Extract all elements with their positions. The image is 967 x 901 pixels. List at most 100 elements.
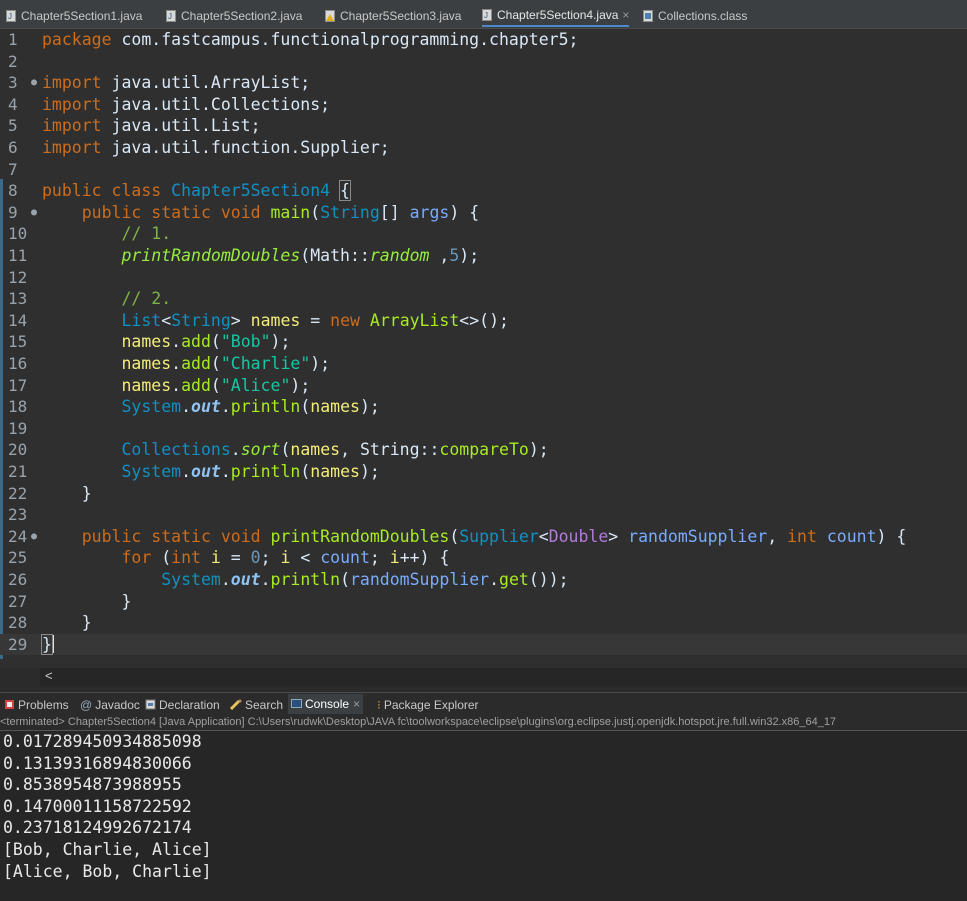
method-call: println (230, 462, 301, 481)
type: Collections (121, 440, 231, 460)
code-line: 11 printRandomDoubles(Math::random ,5); (8, 246, 480, 265)
method-ref: random (369, 246, 430, 265)
current-line: 29} (0, 633, 967, 656)
variable: names (121, 375, 172, 395)
line-number: 5 (8, 116, 18, 136)
search-icon (229, 699, 242, 711)
fold-icon[interactable]: ● (31, 202, 37, 224)
tab-label: Chapter5Section2.java (181, 9, 303, 23)
method-call: println (270, 570, 341, 589)
line-number: 8 (8, 181, 18, 201)
brace: } (81, 613, 92, 633)
comment: // 1. (121, 224, 172, 244)
tab-chapter5section1[interactable]: J Chapter5Section1.java (6, 6, 142, 26)
keyword: public static void (81, 526, 261, 546)
line-number: 14 (8, 310, 28, 330)
type: System (121, 462, 182, 481)
import-path: java.util.List; (101, 116, 261, 136)
console-line: [Alice, Bob, Charlie] (3, 861, 212, 881)
editor-tab-bar: J Chapter5Section1.java J Chapter5Section2… (0, 0, 967, 29)
tab-problems[interactable]: Problems (4, 696, 69, 714)
type: String (171, 310, 231, 330)
parameter: count (320, 548, 370, 568)
tab-label: Problems (18, 698, 69, 712)
line-number: 17 (8, 375, 28, 395)
tab-javadoc[interactable]: @ Javadoc (80, 696, 140, 714)
number: 0 (250, 548, 261, 568)
code-line: 20 Collections.sort(names, String::compa… (8, 440, 549, 460)
console-output[interactable]: 0.017289450934885098 0.13139316894830066… (0, 731, 967, 901)
tab-chapter5section4[interactable]: J Chapter5Section4.java × (482, 5, 630, 27)
code-line: 25 for (int i = 0; i < count; i++) { (8, 548, 450, 568)
line-number: 4 (8, 94, 18, 114)
scroll-left-arrow[interactable]: < (45, 668, 53, 683)
line-number: 2 (8, 51, 18, 71)
code-line: 28 } (0, 612, 967, 634)
parameter: count (826, 526, 877, 546)
class-name: Chapter5Section4 (171, 181, 331, 201)
line-number: 28 (8, 613, 28, 633)
variable: names (310, 462, 360, 481)
java-file-warning-icon (325, 10, 335, 22)
code-line: 12 (0, 267, 967, 289)
variable: i (210, 548, 221, 568)
code-line: 7 (0, 159, 967, 181)
code-line: 6 import java.util.function.Supplier; (0, 137, 967, 159)
code-line: 3 ● import java.util.ArrayList; (0, 72, 967, 94)
line-number: 10 (8, 224, 28, 244)
brace: { (339, 180, 351, 202)
string-literal: "Bob" (220, 332, 271, 352)
console-line: [Bob, Charlie, Alice] (3, 840, 212, 859)
method-call: add (181, 375, 211, 395)
tab-declaration[interactable]: Declaration (145, 696, 220, 714)
code-line: 22 } (0, 483, 967, 505)
keyword: import (42, 73, 102, 93)
tab-label: Search (245, 698, 284, 712)
console-icon (291, 699, 302, 708)
console-line: 0.8538954873988955 (3, 775, 182, 795)
static-field: out (191, 397, 221, 417)
code-line: 9 ● public static void main(String[] args… (8, 202, 480, 224)
code-line: 5 import java.util.List; (0, 115, 967, 137)
console-status: <terminated> Chapter5Section4 [Java Appl… (0, 714, 967, 731)
tab-search[interactable]: Search (229, 696, 284, 714)
static-field: out (191, 462, 221, 481)
tab-console[interactable]: Console × (288, 694, 364, 714)
line-number: 26 (8, 570, 28, 589)
horizontal-scrollbar[interactable]: < (40, 668, 967, 686)
tab-chapter5section3[interactable]: Chapter5Section3.java (325, 6, 461, 26)
close-icon[interactable]: × (353, 697, 360, 711)
tab-package-explorer[interactable]: ⁝ Package Explorer (377, 696, 479, 714)
tab-label: Console (305, 697, 350, 711)
tab-label: Declaration (159, 698, 220, 712)
tab-label: Collections.class (658, 9, 748, 23)
line-number: 21 (8, 462, 28, 481)
code-editor[interactable]: 1 package com.fastcampus.functionalprogra… (0, 29, 967, 668)
code-line: 23 (0, 504, 967, 526)
console-line: 0.23718124992672174 (3, 818, 192, 838)
tab-collections-class[interactable]: Collections.class (643, 6, 747, 26)
method-call: println (230, 397, 301, 417)
type: Double (548, 526, 609, 546)
variable: names (310, 397, 360, 417)
variable: names (250, 310, 301, 330)
method-name: main (270, 202, 311, 222)
brace: } (81, 483, 92, 503)
java-file-icon: J (6, 10, 16, 22)
code-line: 10 // 1. (0, 223, 967, 245)
line-number: 15 (8, 332, 28, 352)
brace: } (41, 633, 53, 655)
variable: i (280, 548, 291, 568)
keyword: import (42, 116, 102, 136)
code-line: 21 System.out.println(names); (8, 462, 380, 481)
comment: // 2. (121, 289, 172, 309)
fold-icon[interactable]: ● (31, 72, 37, 94)
variable: names (121, 354, 172, 373)
close-icon[interactable]: × (622, 8, 629, 22)
fold-icon[interactable]: ● (31, 526, 37, 548)
tab-chapter5section2[interactable]: J Chapter5Section2.java (166, 6, 302, 26)
package-explorer-icon: ⁝ (377, 698, 381, 712)
java-file-icon: J (166, 10, 176, 22)
tab-label: Javadoc (95, 698, 140, 712)
keyword: for (121, 548, 152, 568)
